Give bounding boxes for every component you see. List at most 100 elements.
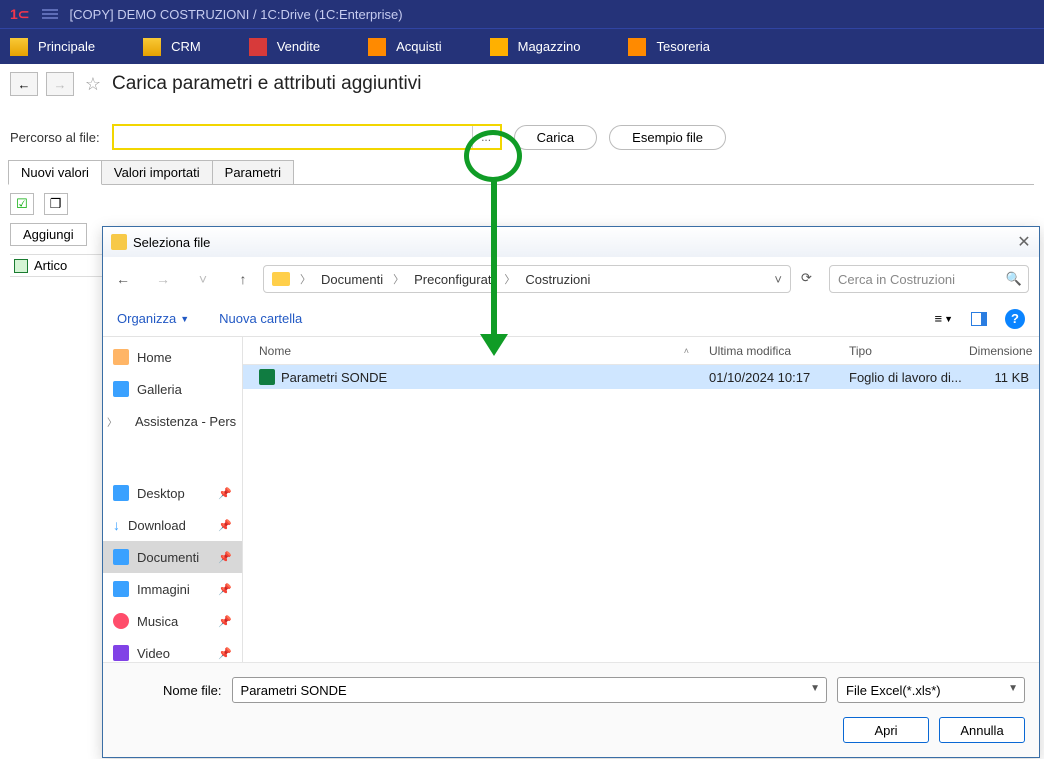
nav-item-principale[interactable]: Principale — [10, 38, 95, 56]
excel-file-icon — [259, 369, 275, 385]
back-button[interactable]: ← — [10, 72, 38, 96]
browse-button[interactable]: ... — [472, 126, 500, 148]
dialog-close-button[interactable]: ✕ — [1015, 233, 1033, 251]
sidebar-item-galleria[interactable]: Galleria — [103, 373, 242, 405]
dialog-sidebar: Home Galleria〉Assistenza - Pers Desktop📌↓D… — [103, 337, 243, 662]
tab-parametri[interactable]: Parametri — [213, 160, 294, 185]
nav-item-acquisti[interactable]: Acquisti — [368, 38, 442, 56]
list-item-label: Artico — [34, 258, 67, 273]
nav-item-tesoreria[interactable]: Tesoreria — [628, 38, 709, 56]
breadcrumb-dropdown-icon[interactable]: ˅ — [774, 272, 782, 287]
sidebar-item-home[interactable]: Home — [103, 341, 242, 373]
file-row[interactable]: Parametri SONDE01/10/2024 10:17Foglio di… — [243, 365, 1039, 389]
open-button[interactable]: Apri — [843, 717, 929, 743]
dialog-app-icon — [111, 234, 127, 250]
chevron-right-icon[interactable]: 〉 — [391, 271, 406, 287]
tab-nuovi-valori[interactable]: Nuovi valori — [8, 160, 102, 185]
breadcrumb-item[interactable]: Documenti — [321, 272, 383, 287]
ic-acquisti-icon — [368, 38, 386, 56]
nav-label: Tesoreria — [656, 39, 709, 54]
nav-item-magazzino[interactable]: Magazzino — [490, 38, 581, 56]
dialog-back-button[interactable]: ← — [103, 271, 143, 287]
breadcrumb-item[interactable]: Costruzioni — [525, 272, 590, 287]
breadcrumb[interactable]: 〉 Documenti 〉 Preconfigurati 〉 Costruzio… — [263, 265, 791, 293]
sidebar-item-video[interactable]: Video📌 — [103, 637, 242, 662]
example-file-button[interactable]: Esempio file — [609, 125, 726, 150]
folder-icon — [272, 272, 290, 286]
path-input[interactable] — [114, 126, 472, 148]
path-input-wrap: ... — [112, 124, 502, 150]
check-all-icon[interactable]: ☑ — [10, 193, 34, 215]
checkbox-icon[interactable] — [14, 259, 28, 273]
col-type[interactable]: Tipo — [849, 344, 969, 358]
filename-value: Parametri SONDE — [241, 683, 347, 698]
file-path-row: Percorso al file: ... Carica Esempio fil… — [0, 104, 1044, 160]
title-bar: 1⊂ [COPY] DEMO COSTRUZIONI / 1C:Drive (1… — [0, 0, 1044, 28]
file-size: 11 KB — [969, 370, 1039, 385]
copy-icon[interactable]: ❐ — [44, 193, 68, 215]
sidebar-item-immagini[interactable]: Immagini📌 — [103, 573, 242, 605]
col-size[interactable]: Dimensione — [969, 344, 1039, 358]
sidebar-item-musica[interactable]: Musica📌 — [103, 605, 242, 637]
tab-valori-importati[interactable]: Valori importati — [102, 160, 213, 185]
nav-label: Principale — [38, 39, 95, 54]
file-dialog: Seleziona file ✕ ← → ˅ ↑ 〉 Documenti 〉 P… — [102, 226, 1040, 758]
app-title: [COPY] DEMO COSTRUZIONI / 1C:Drive (1C:E… — [70, 7, 403, 22]
ic-tesoreria-icon — [628, 38, 646, 56]
hamburger-icon[interactable] — [42, 7, 58, 21]
si-mus-icon — [113, 613, 129, 629]
sidebar-item-desktop[interactable]: Desktop📌 — [103, 477, 242, 509]
favorite-star-icon[interactable]: ☆ — [82, 73, 104, 95]
sidebar-label: Home — [137, 350, 172, 365]
ic-vendite-icon — [249, 38, 267, 56]
file-name: Parametri SONDE — [281, 370, 387, 385]
dialog-forward-button: → — [143, 271, 183, 287]
filename-label: Nome file: — [163, 683, 222, 698]
chevron-right-icon[interactable]: 〉 — [298, 271, 313, 287]
add-button[interactable]: Aggiungi — [10, 223, 87, 246]
dialog-up-button[interactable]: ↑ — [223, 271, 263, 287]
dialog-nav: ← → ˅ ↑ 〉 Documenti 〉 Preconfigurati 〉 C… — [103, 257, 1039, 301]
page-title: Carica parametri e attributi aggiuntivi — [112, 73, 421, 95]
nav-item-crm[interactable]: CRM — [143, 38, 201, 56]
sidebar-item-assistenza[interactable]: 〉Assistenza - Pers — [103, 405, 242, 437]
col-modified[interactable]: Ultima modifica — [709, 344, 849, 358]
dialog-file-list: Nome˄ Ultima modifica Tipo Dimensione Pa… — [243, 337, 1039, 662]
chevron-down-icon: ▼ — [810, 683, 820, 694]
load-button[interactable]: Carica — [514, 125, 598, 150]
dialog-bottom: Nome file: Parametri SONDE ▼ File Excel(… — [103, 662, 1039, 757]
sidebar-label: Download — [128, 518, 186, 533]
main-nav: Principale CRM Vendite Acquisti Magazzino Tes… — [0, 28, 1044, 64]
preview-pane-icon[interactable] — [971, 312, 987, 326]
ic-home-icon — [10, 38, 28, 56]
breadcrumb-item[interactable]: Preconfigurati — [414, 272, 494, 287]
ic-crm-icon — [143, 38, 161, 56]
dialog-search-input[interactable]: Cerca in Costruzioni 🔍 — [829, 265, 1029, 293]
sort-asc-icon: ˄ — [684, 346, 689, 356]
organize-menu[interactable]: Organizza▼ — [117, 311, 189, 326]
sidebar-item-download[interactable]: ↓Download📌 — [103, 509, 242, 541]
dialog-toolbar: Organizza▼ Nuova cartella ≡ ▼ ? — [103, 301, 1039, 337]
dialog-recent-dropdown[interactable]: ˅ — [183, 271, 223, 287]
file-type-filter[interactable]: File Excel(*.xls*) ▼ — [837, 677, 1025, 703]
search-icon: 🔍 — [1006, 271, 1022, 287]
si-home-icon — [113, 349, 129, 365]
new-folder-button[interactable]: Nuova cartella — [219, 311, 302, 326]
pin-icon: 📌 — [218, 551, 232, 564]
cancel-button[interactable]: Annulla — [939, 717, 1025, 743]
chevron-right-icon[interactable]: 〉 — [502, 271, 517, 287]
sidebar-label: Musica — [137, 614, 178, 629]
search-placeholder: Cerca in Costruzioni — [838, 272, 955, 287]
nav-item-vendite[interactable]: Vendite — [249, 38, 320, 56]
chevron-down-icon: ▼ — [1008, 683, 1018, 694]
sidebar-label: Documenti — [137, 550, 199, 565]
view-list-icon[interactable]: ≡ ▼ — [934, 311, 953, 326]
file-rows: Parametri SONDE01/10/2024 10:17Foglio di… — [243, 365, 1039, 662]
dialog-titlebar: Seleziona file ✕ — [103, 227, 1039, 257]
help-icon[interactable]: ? — [1005, 309, 1025, 329]
filter-value: File Excel(*.xls*) — [846, 683, 941, 698]
sidebar-item-documenti[interactable]: Documenti 📌 — [103, 541, 242, 573]
filename-combo[interactable]: Parametri SONDE ▼ — [232, 677, 827, 703]
col-name[interactable]: Nome˄ — [243, 344, 709, 358]
refresh-icon[interactable]: ⟳ — [801, 270, 819, 288]
